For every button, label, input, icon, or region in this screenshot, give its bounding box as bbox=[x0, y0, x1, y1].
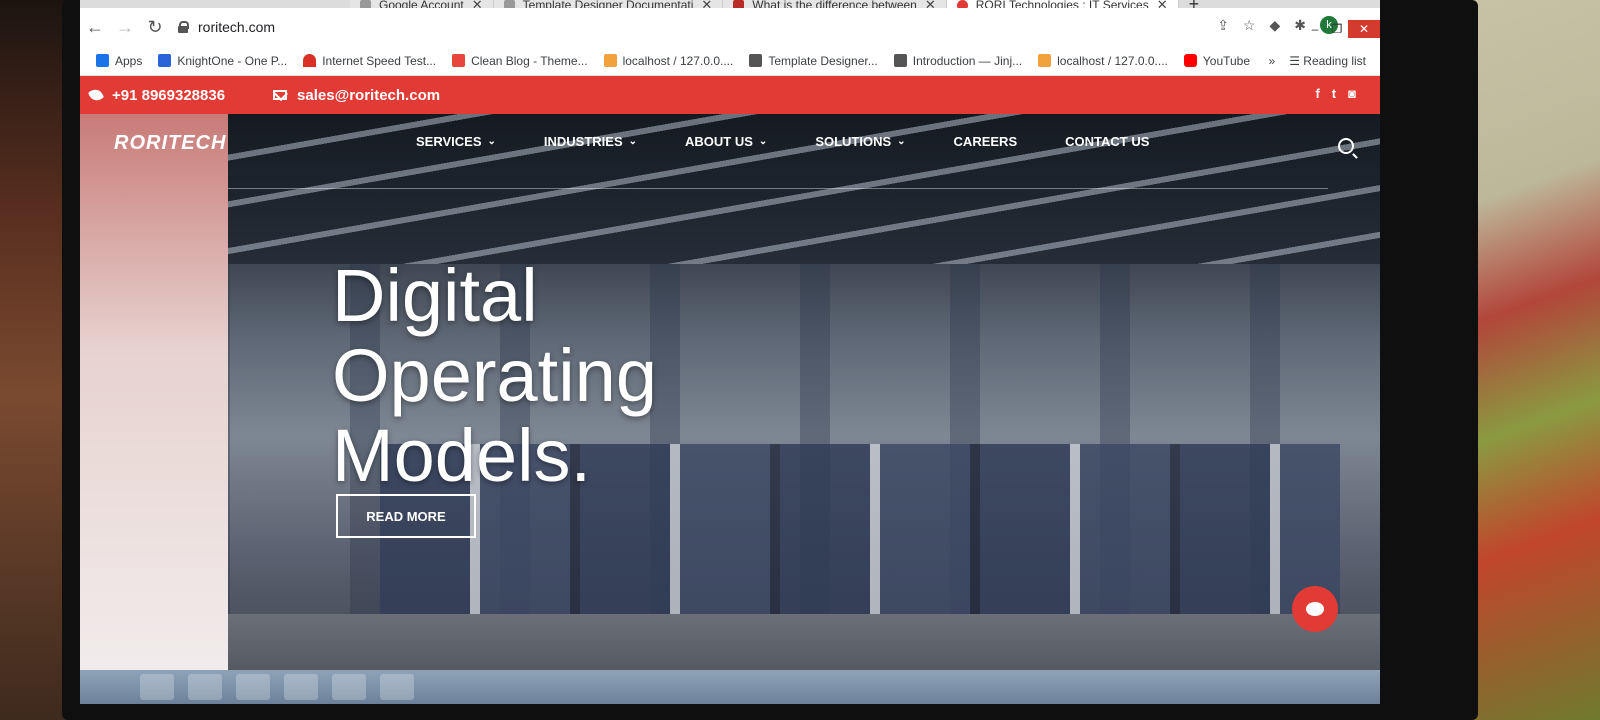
website: +91 8969328836 sales@roritech.com f t ◙ … bbox=[80, 76, 1380, 700]
headline-line: Models. bbox=[332, 414, 592, 497]
chat-widget-button[interactable] bbox=[1292, 586, 1338, 632]
nav-label: INDUSTRIES bbox=[543, 134, 623, 149]
blog-icon bbox=[452, 54, 466, 67]
headline-line: Digital bbox=[332, 254, 538, 337]
hero-side-image bbox=[80, 114, 228, 700]
bookmark-label: KnightOne - One P... bbox=[177, 53, 288, 68]
nav-label: CAREERS bbox=[953, 134, 1018, 149]
nav-label: SOLUTIONS bbox=[815, 134, 892, 149]
email-contact[interactable]: sales@roritech.com bbox=[273, 87, 440, 104]
nav-industries[interactable]: INDUSTRIES ⌄ bbox=[544, 134, 637, 149]
bookmark-template-designer[interactable]: Template Designer... bbox=[749, 53, 878, 68]
window-close-button[interactable]: ✕ bbox=[1348, 20, 1380, 38]
chevron-down-icon: ⌄ bbox=[758, 136, 768, 147]
reload-button[interactable]: ↻ bbox=[140, 17, 170, 38]
browser-toolbar: ← → ↻ roritech.com ⇪ ☆ ◆ ✱ k ⋮ bbox=[80, 8, 1380, 46]
phone-contact[interactable]: +91 8969328836 bbox=[87, 86, 225, 104]
bookmark-label: localhost / 127.0.0.... bbox=[1057, 53, 1168, 68]
bookmark-apps[interactable]: Apps bbox=[96, 54, 142, 68]
app-icon[interactable] bbox=[332, 674, 366, 700]
facebook-icon[interactable]: f bbox=[1315, 86, 1319, 101]
bookmarks-right: » ☰ Reading list bbox=[1269, 54, 1366, 68]
chat-bubble-icon bbox=[1306, 602, 1324, 616]
restore-button[interactable]: ❐ bbox=[1326, 20, 1348, 38]
chevron-down-icon: ⌄ bbox=[487, 136, 496, 147]
reading-list-label: Reading list bbox=[1303, 54, 1366, 68]
document-icon bbox=[893, 54, 907, 67]
bookmark-localhost-1[interactable]: localhost / 127.0.0.... bbox=[603, 53, 734, 68]
start-button[interactable] bbox=[140, 674, 174, 700]
apps-grid-icon bbox=[96, 54, 109, 67]
mail-icon bbox=[273, 90, 288, 100]
youtube-icon bbox=[1183, 54, 1197, 67]
chevron-down-icon: ⌄ bbox=[628, 136, 638, 147]
bookmark-label: YouTube bbox=[1202, 53, 1251, 68]
phone-icon bbox=[87, 86, 105, 104]
nav-careers[interactable]: CAREERS bbox=[954, 134, 1018, 149]
bookmark-localhost-2[interactable]: localhost / 127.0.0.... bbox=[1038, 54, 1168, 68]
forward-button[interactable]: → bbox=[110, 17, 140, 38]
extension-icon[interactable]: ◆ bbox=[1269, 17, 1280, 34]
phone-number[interactable]: +91 8969328836 bbox=[112, 87, 225, 104]
site-logo[interactable]: RORITECH bbox=[114, 132, 226, 155]
tab-strip: Google Account ✕ Template Designer Docum… bbox=[80, 0, 1380, 16]
hero-headline: Digital Operating Models. bbox=[332, 256, 657, 496]
nav-solutions[interactable]: SOLUTIONS ⌄ bbox=[815, 134, 905, 149]
email-address[interactable]: sales@roritech.com bbox=[297, 87, 440, 104]
bookmark-speed-test[interactable]: Internet Speed Test... bbox=[303, 54, 436, 68]
headline-line: Operating bbox=[332, 334, 657, 417]
reading-list-button[interactable]: ☰ Reading list bbox=[1289, 54, 1366, 68]
bookmark-label: Clean Blog - Theme... bbox=[471, 53, 588, 68]
contact-bar: +91 8969328836 sales@roritech.com f t ◙ bbox=[80, 76, 1380, 114]
bookmark-label: Template Designer... bbox=[768, 53, 878, 68]
back-button[interactable]: ← bbox=[80, 17, 110, 38]
bookmark-jinja-intro[interactable]: Introduction — Jinj... bbox=[893, 53, 1023, 68]
main-navigation: SERVICES ⌄ INDUSTRIES ⌄ ABOUT US ⌄ SOLUT… bbox=[416, 134, 1149, 149]
more-bookmarks-button[interactable]: » bbox=[1269, 54, 1276, 68]
url-text[interactable]: roritech.com bbox=[198, 19, 275, 35]
bookmarks-bar: Apps KnightOne - One P... Internet Speed… bbox=[80, 46, 1380, 76]
minimize-button[interactable]: – bbox=[1304, 20, 1326, 38]
window-controls: – ❐ ✕ bbox=[1304, 20, 1380, 38]
document-icon bbox=[749, 54, 763, 67]
nav-divider bbox=[228, 188, 1328, 189]
bookmark-label: Apps bbox=[115, 53, 143, 68]
bookmark-label: Internet Speed Test... bbox=[322, 53, 437, 68]
nav-label: ABOUT US bbox=[685, 134, 753, 149]
social-links: f t ◙ bbox=[1315, 86, 1356, 101]
bookmark-youtube[interactable]: YouTube bbox=[1183, 53, 1251, 68]
nav-label: SERVICES bbox=[416, 134, 482, 149]
star-icon[interactable]: ☆ bbox=[1243, 17, 1256, 34]
nav-services[interactable]: SERVICES ⌄ bbox=[416, 134, 496, 149]
knightone-icon bbox=[158, 54, 172, 67]
read-more-button[interactable]: READ MORE bbox=[336, 494, 476, 538]
monitor-screen: Google Account ✕ Template Designer Docum… bbox=[80, 0, 1380, 700]
bookmark-label: localhost / 127.0.0.... bbox=[622, 53, 734, 68]
hero-banner: RORITECH SERVICES ⌄ INDUSTRIES ⌄ ABOUT U… bbox=[80, 114, 1380, 700]
os-taskbar bbox=[80, 670, 1380, 704]
bookmark-clean-blog[interactable]: Clean Blog - Theme... bbox=[452, 54, 588, 68]
twitter-icon[interactable]: t bbox=[1332, 86, 1336, 101]
phpmyadmin-icon bbox=[603, 54, 617, 67]
chevron-down-icon: ⌄ bbox=[897, 136, 906, 147]
chrome-icon[interactable] bbox=[284, 674, 318, 700]
lock-icon[interactable] bbox=[178, 21, 189, 33]
nav-label: CONTACT US bbox=[1065, 134, 1150, 149]
bookmark-knightone[interactable]: KnightOne - One P... bbox=[158, 54, 287, 68]
nav-contact-us[interactable]: CONTACT US bbox=[1065, 134, 1149, 149]
ie-icon[interactable] bbox=[188, 674, 222, 700]
nav-about-us[interactable]: ABOUT US ⌄ bbox=[685, 134, 767, 149]
window-icon[interactable] bbox=[380, 674, 414, 700]
address-bar[interactable]: roritech.com bbox=[178, 19, 275, 35]
instagram-icon[interactable]: ◙ bbox=[1348, 86, 1356, 101]
speedometer-icon bbox=[303, 54, 317, 67]
share-icon[interactable]: ⇪ bbox=[1217, 17, 1229, 34]
file-explorer-icon[interactable] bbox=[236, 674, 270, 700]
phpmyadmin-icon bbox=[1038, 54, 1052, 67]
bookmark-label: Introduction — Jinj... bbox=[912, 53, 1023, 68]
search-icon[interactable] bbox=[1338, 138, 1354, 154]
